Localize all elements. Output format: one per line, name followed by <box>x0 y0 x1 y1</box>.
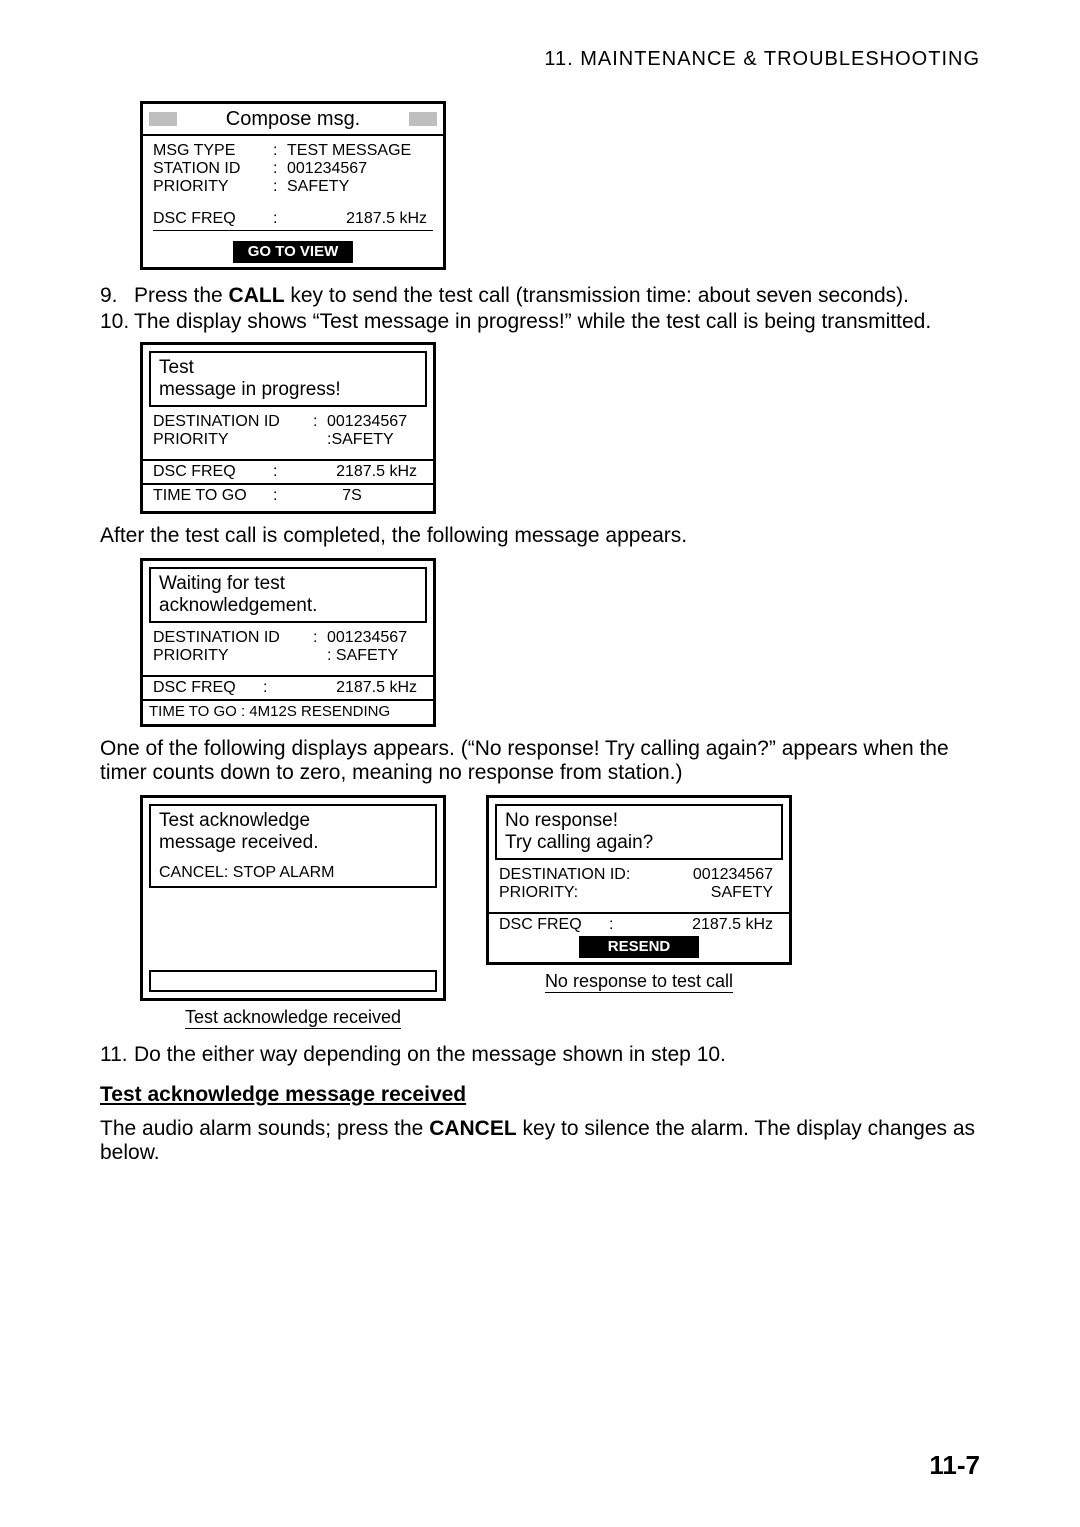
field-label: PRIORITY: <box>499 884 659 902</box>
ack-bottom-bar <box>149 970 437 992</box>
waiting-message: Waiting for test acknowledgement. <box>149 567 427 623</box>
time-to-go-label: TIME TO GO <box>153 487 273 505</box>
field-label: PRIORITY <box>153 431 313 449</box>
titlebar-deco-right <box>409 112 437 126</box>
dsc-freq-label: DSC FREQ <box>153 679 263 697</box>
field-value: 001234567 <box>327 413 423 431</box>
noresp-line1: No response! <box>505 810 773 832</box>
dsc-freq-label: DSC FREQ <box>153 210 273 228</box>
ack-message: Test acknowledge message received. CANCE… <box>149 804 437 888</box>
compose-titlebar: Compose msg. <box>143 104 443 136</box>
field-label: DESTINATION ID <box>153 629 313 647</box>
display-waiting: Waiting for test acknowledgement. DESTIN… <box>140 558 436 727</box>
audio-pre: The audio alarm sounds; press the <box>100 1117 429 1140</box>
noresp-message: No response! Try calling again? <box>495 804 783 860</box>
field-label: STATION ID <box>153 160 273 178</box>
page-number: 11-7 <box>929 1450 980 1481</box>
field-value: 001234567 <box>287 160 433 178</box>
field-label: PRIORITY <box>153 178 273 196</box>
field-value: :SAFETY <box>327 431 423 449</box>
step-text: The display shows “Test message in progr… <box>134 310 931 334</box>
cancel-key: CANCEL <box>429 1117 517 1140</box>
cancel-stop-alarm: CANCEL: STOP ALARM <box>159 864 427 882</box>
progress-line1: Test <box>159 357 417 379</box>
noresp-line2: Try calling again? <box>505 832 773 854</box>
time-to-go-value: 7S <box>287 487 423 505</box>
waiting-fields: DESTINATION ID:001234567 PRIORITY: SAFET… <box>143 629 433 675</box>
compose-title: Compose msg. <box>226 108 361 131</box>
resend-button[interactable]: RESEND <box>579 936 699 958</box>
field-value: 001234567 <box>659 866 779 884</box>
field-label: PRIORITY <box>153 647 313 665</box>
display-progress: Test message in progress! DESTINATION ID… <box>140 342 436 514</box>
noresp-fields: DESTINATION ID:001234567 PRIORITY:SAFETY <box>489 866 789 912</box>
paragraph-after: After the test call is completed, the fo… <box>100 524 980 548</box>
field-value: SAFETY <box>659 884 779 902</box>
dsc-freq-value: 2187.5 kHz <box>623 916 779 934</box>
page-header: 11. MAINTENANCE & TROUBLESHOOTING <box>100 48 980 71</box>
dsc-freq-value: 2187.5 kHz <box>287 210 433 228</box>
titlebar-deco-left <box>149 112 177 126</box>
ack-line2: message received. <box>159 832 427 854</box>
step-text: Do the either way depending on the messa… <box>134 1043 726 1067</box>
field-label: DESTINATION ID <box>153 413 313 431</box>
step-list-2: 11. Do the either way depending on the m… <box>100 1043 980 1067</box>
display-compose: Compose msg. MSG TYPE:TEST MESSAGE STATI… <box>140 101 446 270</box>
progress-line2: message in progress! <box>159 379 417 401</box>
field-value: TEST MESSAGE <box>287 142 433 160</box>
paragraph-audio: The audio alarm sounds; press the CANCEL… <box>100 1117 980 1165</box>
display-ack: Test acknowledge message received. CANCE… <box>140 795 446 1001</box>
compose-fields: MSG TYPE:TEST MESSAGE STATION ID:0012345… <box>143 136 443 241</box>
field-value: SAFETY <box>287 178 433 196</box>
step-9: 9. Press the CALL key to send the test c… <box>100 284 980 308</box>
noresp-caption: No response to test call <box>545 971 733 993</box>
field-value: : SAFETY <box>327 647 423 665</box>
step-list: 9. Press the CALL key to send the test c… <box>100 284 980 334</box>
step-number: 10. <box>100 310 134 334</box>
dsc-freq-value: 2187.5 kHz <box>277 679 423 697</box>
display-no-response: No response! Try calling again? DESTINAT… <box>486 795 792 965</box>
step-number: 9. <box>100 284 134 308</box>
field-value: 001234567 <box>327 629 423 647</box>
dsc-freq-label: DSC FREQ <box>499 916 609 934</box>
call-key: CALL <box>229 284 285 307</box>
progress-fields: DESTINATION ID:001234567 PRIORITY:SAFETY <box>143 413 433 459</box>
step-11: 11. Do the either way depending on the m… <box>100 1043 980 1067</box>
step-text: Press the <box>134 284 229 307</box>
field-label: DESTINATION ID: <box>499 866 659 884</box>
field-label: MSG TYPE <box>153 142 273 160</box>
dsc-freq-value: 2187.5 kHz <box>287 463 423 481</box>
ack-line1: Test acknowledge <box>159 810 427 832</box>
waiting-line2: acknowledgement. <box>159 595 417 617</box>
step-number: 11. <box>100 1043 134 1067</box>
waiting-line1: Waiting for test <box>159 573 417 595</box>
go-to-view-button[interactable]: GO TO VIEW <box>233 241 353 263</box>
paragraph-one-of: One of the following displays appears. (… <box>100 737 980 785</box>
ack-caption: Test acknowledge received <box>185 1007 401 1029</box>
step-10: 10. The display shows “Test message in p… <box>100 310 980 334</box>
progress-message: Test message in progress! <box>149 351 427 407</box>
time-to-go-line: TIME TO GO : 4M12S RESENDING <box>149 703 390 720</box>
dsc-freq-label: DSC FREQ <box>153 463 273 481</box>
step-text: key to send the test call (transmission … <box>285 284 909 307</box>
subheading: Test acknowledge message received <box>100 1083 980 1107</box>
